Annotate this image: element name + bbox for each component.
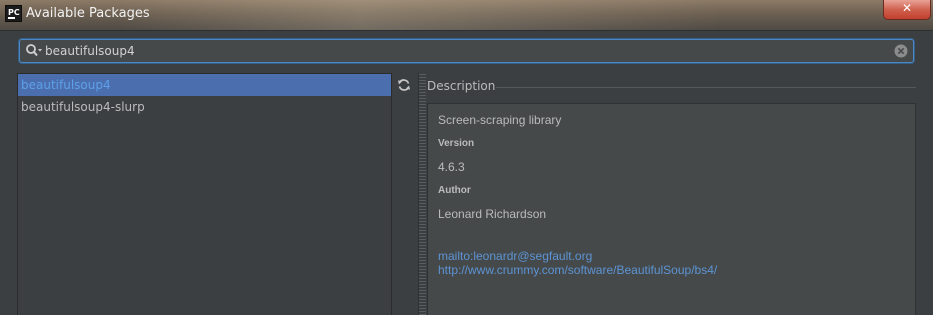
title-bar: PC Available Packages ✕: [0, 0, 933, 31]
close-icon: ✕: [901, 1, 913, 15]
app-icon-text: PC: [8, 8, 20, 17]
search-icon[interactable]: [25, 43, 43, 59]
author-label: Author: [438, 185, 471, 196]
description-panel: Screen-scraping library Version 4.6.3 Au…: [427, 103, 916, 315]
package-search-field[interactable]: [19, 39, 914, 63]
search-input[interactable]: [45, 42, 885, 60]
package-summary: Screen-scraping library: [438, 113, 562, 127]
window-title: Available Packages: [26, 6, 150, 21]
list-item[interactable]: beautifulsoup4: [18, 74, 391, 96]
package-list[interactable]: beautifulsoup4 beautifulsoup4-slurp: [17, 73, 392, 315]
refresh-icon[interactable]: [397, 78, 411, 92]
description-header: Description: [427, 79, 496, 93]
description-divider: [496, 87, 916, 88]
panel-splitter[interactable]: [418, 73, 426, 315]
pycharm-logo-icon: PC: [5, 5, 22, 22]
author-value: Leonard Richardson: [438, 207, 547, 221]
list-item[interactable]: beautifulsoup4-slurp: [18, 96, 391, 118]
close-button[interactable]: ✕: [883, 0, 931, 20]
version-value: 4.6.3: [438, 160, 465, 174]
version-label: Version: [438, 138, 475, 149]
homepage-link[interactable]: http://www.crummy.com/software/Beautiful…: [438, 263, 717, 277]
clear-search-icon[interactable]: [894, 44, 908, 58]
author-email-link[interactable]: mailto:leonardr@segfault.org: [438, 249, 592, 263]
